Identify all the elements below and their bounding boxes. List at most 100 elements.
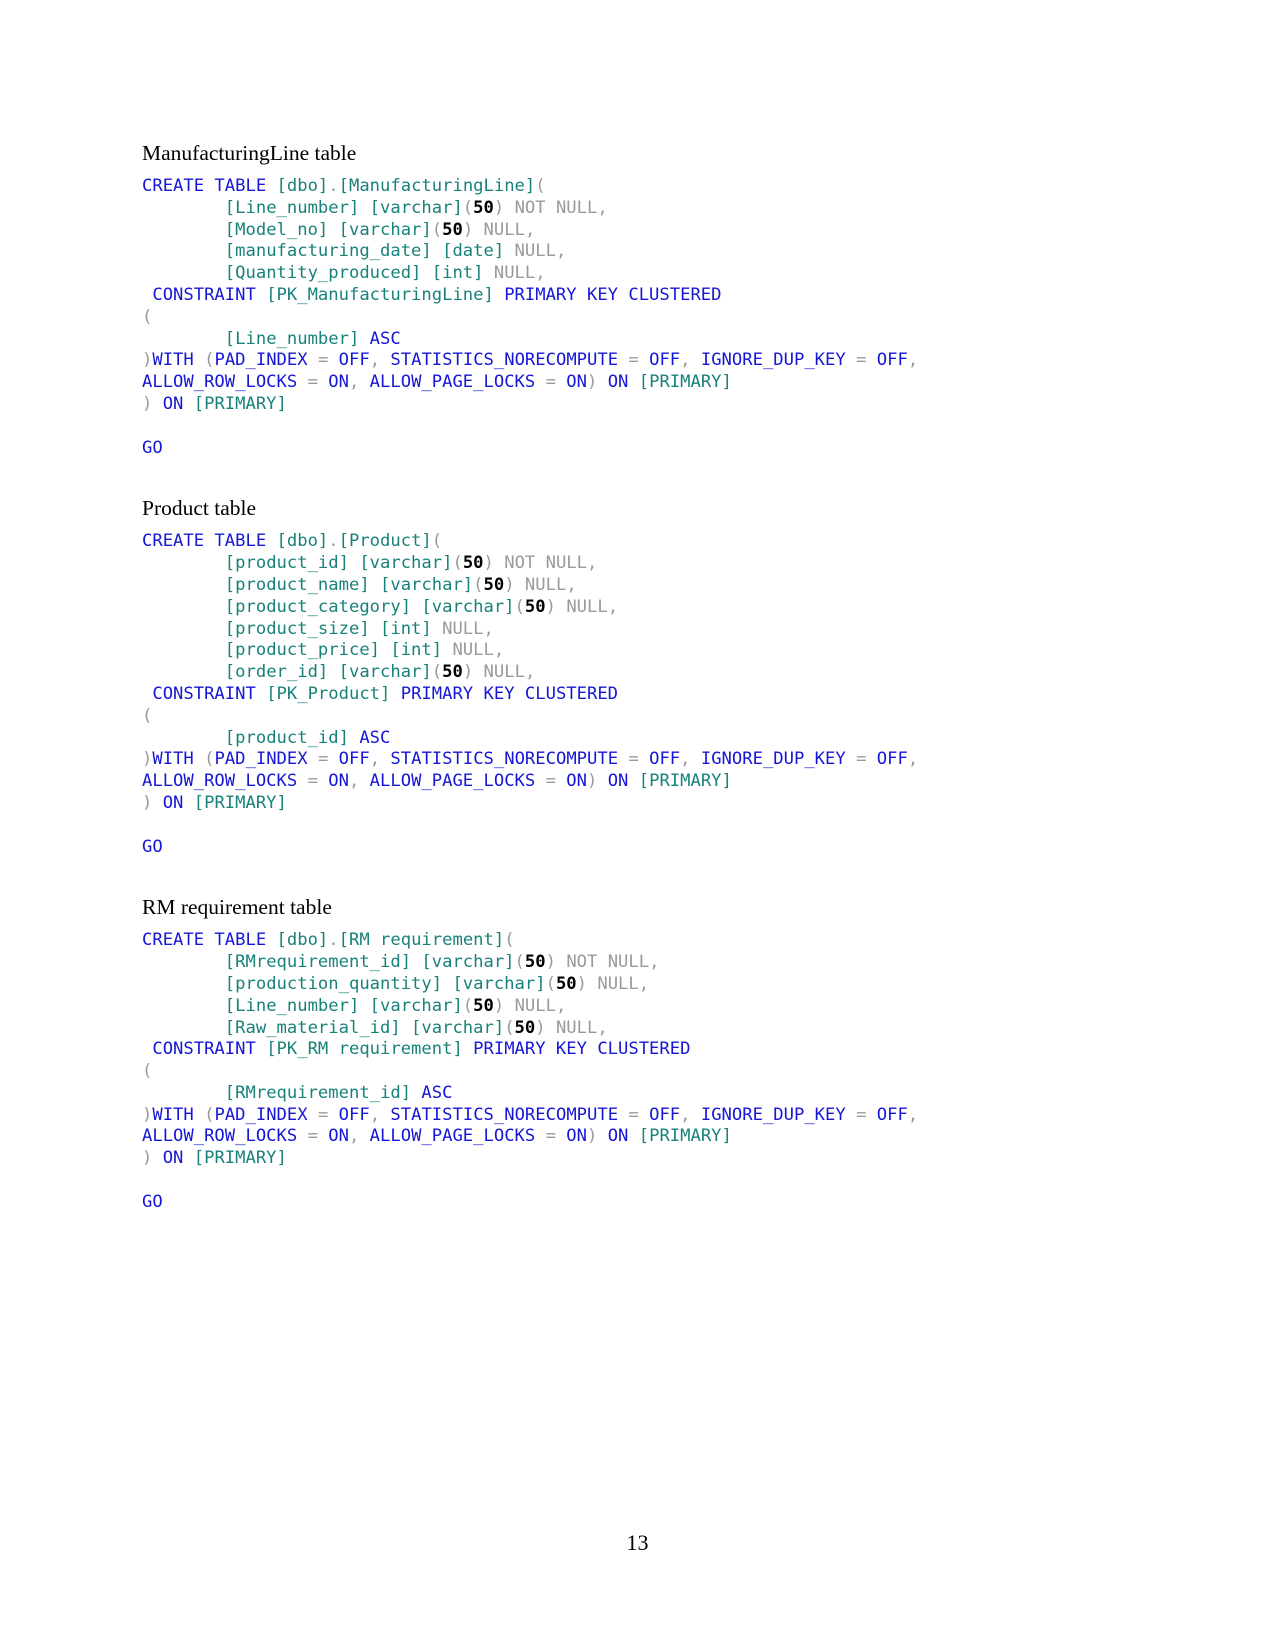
code-token-nulls: NULL xyxy=(597,973,639,994)
page-content: ManufacturingLine table CREATE TABLE [dbo… xyxy=(142,140,1132,1214)
code-token-ident: [product_name] [varchar] xyxy=(224,574,474,595)
code-token-kw: OFF xyxy=(649,350,681,371)
code-token-punc: ( xyxy=(452,553,463,574)
code-token-kw: PRIMARY KEY CLUSTERED xyxy=(493,284,722,305)
code-line: [production_quantity] [varchar](50) NULL… xyxy=(142,974,1132,996)
code-token-kw: ALLOW_ROW_LOCKS xyxy=(142,1126,298,1147)
code-token-kw: ON xyxy=(328,771,349,792)
sql-code-block: CREATE TABLE [dbo].[RM requirement]( [RM… xyxy=(142,930,1132,1213)
code-token-punc: , xyxy=(680,1104,701,1125)
code-token-num: 50 xyxy=(483,574,505,595)
code-token-nulls: NULL xyxy=(493,263,536,284)
code-token-punc: , xyxy=(907,350,919,371)
code-token-kw: OFF xyxy=(649,1104,681,1125)
page-number: 13 xyxy=(626,1530,649,1555)
code-token-punc: = xyxy=(845,749,877,770)
code-token-kw: ON xyxy=(566,1126,587,1147)
code-token-kw: ALLOW_PAGE_LOCKS xyxy=(369,372,536,393)
code-token-punc: , xyxy=(587,553,598,574)
code-token-kw: ON xyxy=(162,1148,194,1169)
table-definition-section: ManufacturingLine table CREATE TABLE [dbo… xyxy=(142,140,1132,495)
code-line: [Line_number] [varchar](50) NULL, xyxy=(142,996,1132,1018)
code-token-kw: OFF xyxy=(876,749,908,770)
code-token-kw: ASC xyxy=(411,1082,453,1103)
code-line: [product_name] [varchar](50) NULL, xyxy=(142,575,1132,597)
code-token-num: 50 xyxy=(442,662,463,683)
code-token-punc: ( xyxy=(431,662,443,683)
code-token-punc: ) xyxy=(504,574,525,595)
code-token-punc: ) xyxy=(142,1104,153,1125)
code-token-punc: = xyxy=(307,350,339,371)
code-token-punc: . xyxy=(328,531,339,552)
code-token-punc xyxy=(142,619,225,639)
code-token-punc: ( xyxy=(204,350,215,371)
code-token-punc: = xyxy=(297,372,329,393)
code-token-kw: WITH xyxy=(152,1104,205,1125)
code-line: [Model_no] [varchar](50) NULL, xyxy=(142,220,1132,242)
code-token-ident: [Product] xyxy=(338,531,432,552)
code-token-punc: , xyxy=(907,749,919,770)
code-token-ident: [PK_Product] xyxy=(266,683,391,704)
code-token-punc: ( xyxy=(545,973,556,994)
code-token-punc: ( xyxy=(473,574,484,595)
code-line: ALLOW_ROW_LOCKS = ON, ALLOW_PAGE_LOCKS =… xyxy=(142,771,1132,793)
code-line: GO xyxy=(142,1192,1132,1214)
code-token-punc: , xyxy=(348,1126,370,1147)
code-token-punc: , xyxy=(555,241,567,262)
code-token-punc xyxy=(142,728,225,748)
code-token-ident: [PK_RM requirement] xyxy=(266,1039,463,1060)
table-definition-section: RM requirement table CREATE TABLE [dbo].[… xyxy=(142,894,1132,1213)
code-token-kw: CREATE TABLE xyxy=(142,531,277,552)
code-token-punc: , xyxy=(369,1104,391,1125)
code-token-punc: ) xyxy=(142,1148,163,1169)
code-token-num: 50 xyxy=(442,219,463,240)
code-token-nulls: NULL xyxy=(483,662,525,683)
code-token-punc: , xyxy=(638,973,650,994)
code-line: [Quantity_produced] [int] NULL, xyxy=(142,263,1132,285)
code-line: [manufacturing_date] [date] NULL, xyxy=(142,241,1132,263)
code-line: [product_id] [varchar](50) NOT NULL, xyxy=(142,553,1132,575)
code-token-punc: . xyxy=(328,930,339,951)
code-token-kw: ON xyxy=(607,1126,639,1147)
code-token-punc: ( xyxy=(431,219,443,240)
code-line: ) ON [PRIMARY] xyxy=(142,1148,1132,1170)
code-token-punc: ) xyxy=(142,749,153,770)
code-line: [Line_number] ASC xyxy=(142,329,1132,351)
code-line: [RMrequirement_id] ASC xyxy=(142,1083,1132,1105)
code-token-kw: ASC xyxy=(359,328,401,349)
code-token-nulls: NULL xyxy=(524,574,567,595)
code-token-punc xyxy=(142,597,225,617)
code-line: CONSTRAINT [PK_RM requirement] PRIMARY K… xyxy=(142,1039,1132,1061)
code-token-nulls: NULL xyxy=(566,596,608,617)
code-token-kw: CREATE TABLE xyxy=(142,930,277,951)
code-token-num: 50 xyxy=(473,995,494,1016)
code-token-kw: OFF xyxy=(876,1104,908,1125)
code-token-kw: PAD_INDEX xyxy=(214,749,308,770)
sql-code-block: CREATE TABLE [dbo].[ManufacturingLine]( … xyxy=(142,176,1132,459)
code-token-punc: ( xyxy=(535,176,546,196)
code-token-punc: , xyxy=(649,952,660,973)
code-token-punc: , xyxy=(348,372,370,393)
code-token-kw: ALLOW_PAGE_LOCKS xyxy=(369,771,536,792)
code-token-punc: ) xyxy=(587,372,608,393)
code-line: ALLOW_ROW_LOCKS = ON, ALLOW_PAGE_LOCKS =… xyxy=(142,372,1132,394)
code-token-ident: [RM requirement] xyxy=(338,930,505,951)
code-token-ident: [PRIMARY] xyxy=(193,792,287,813)
code-token-ident: [Model_no] [varchar] xyxy=(224,219,432,240)
document-page: ManufacturingLine table CREATE TABLE [dbo… xyxy=(0,0,1275,1651)
code-token-punc: ( xyxy=(431,531,443,552)
code-token-punc: , xyxy=(535,263,546,284)
section-heading: RM requirement table xyxy=(142,895,332,920)
code-token-punc: ( xyxy=(204,1104,215,1125)
code-token-kw: OFF xyxy=(649,749,681,770)
code-token-punc: , xyxy=(483,618,494,639)
code-token-punc: ) xyxy=(483,553,505,574)
code-token-punc xyxy=(142,1018,225,1038)
code-line: [product_category] [varchar](50) NULL, xyxy=(142,597,1132,619)
code-token-punc xyxy=(142,974,225,994)
